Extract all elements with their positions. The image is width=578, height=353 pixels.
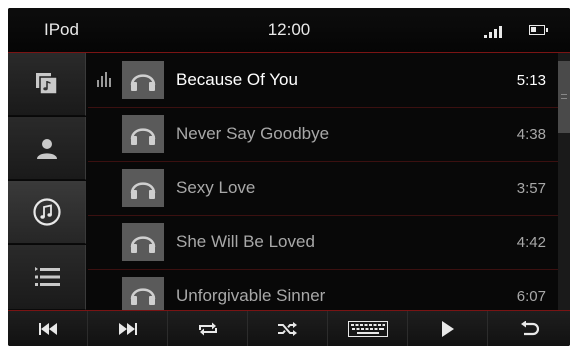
signal-icon bbox=[484, 24, 508, 38]
track-row[interactable]: She Will Be Loved 4:42 bbox=[88, 215, 558, 270]
track-row[interactable]: Never Say Goodbye 4:38 bbox=[88, 107, 558, 162]
artist-icon bbox=[36, 139, 57, 159]
track-row[interactable]: Unforgivable Sinner 6:07 bbox=[88, 269, 558, 310]
play-icon bbox=[441, 321, 454, 337]
track-row[interactable]: Because Of You 5:13 bbox=[88, 53, 558, 108]
album-art bbox=[122, 169, 164, 207]
previous-icon bbox=[38, 323, 57, 335]
headphones-icon bbox=[130, 74, 156, 91]
play-button[interactable] bbox=[408, 311, 488, 346]
headphones-icon bbox=[130, 182, 156, 199]
scrollbar[interactable] bbox=[558, 53, 570, 310]
album-art bbox=[122, 277, 164, 310]
track-title: Sexy Love bbox=[176, 178, 256, 197]
keyboard-button[interactable] bbox=[328, 311, 408, 346]
track-duration: 5:13 bbox=[516, 72, 546, 89]
back-button[interactable] bbox=[488, 311, 570, 346]
track-duration: 6:07 bbox=[516, 288, 546, 305]
track-row[interactable]: Sexy Love 3:57 bbox=[88, 161, 558, 216]
keyboard-icon bbox=[347, 321, 388, 337]
status-bar: IPod 12:00 bbox=[8, 8, 570, 53]
equalizer-icon bbox=[97, 71, 111, 87]
repeat-button[interactable] bbox=[168, 311, 248, 346]
next-button[interactable] bbox=[88, 311, 168, 346]
shuffle-icon bbox=[277, 322, 297, 336]
track-duration: 4:38 bbox=[516, 126, 546, 143]
ipod-screen: IPod 12:00 Because Of You 5:13 Never Say… bbox=[8, 8, 570, 346]
playback-toolbar bbox=[8, 310, 570, 346]
repeat-icon bbox=[198, 322, 217, 336]
sidebar-item-songs[interactable] bbox=[8, 181, 86, 244]
playlist-icon bbox=[34, 267, 60, 286]
track-duration: 4:42 bbox=[516, 234, 546, 251]
album-icon bbox=[35, 73, 58, 95]
track-title: Unforgivable Sinner bbox=[176, 286, 326, 305]
sidebar-item-albums[interactable] bbox=[8, 53, 86, 116]
album-art bbox=[122, 223, 164, 261]
track-title: Never Say Goodbye bbox=[176, 124, 330, 143]
sidebar-item-artists[interactable] bbox=[8, 117, 86, 180]
track-duration: 3:57 bbox=[516, 180, 546, 197]
back-icon bbox=[521, 321, 539, 336]
next-icon bbox=[118, 323, 137, 335]
shuffle-button[interactable] bbox=[248, 311, 328, 346]
track-title: Because Of You bbox=[176, 70, 298, 89]
sidebar bbox=[8, 53, 86, 310]
music-note-icon bbox=[32, 198, 61, 226]
scrollbar-thumb[interactable] bbox=[558, 61, 570, 133]
headphones-icon bbox=[130, 287, 156, 305]
track-title: She Will Be Loved bbox=[176, 232, 315, 251]
album-art bbox=[122, 61, 164, 99]
headphones-icon bbox=[130, 128, 156, 145]
battery-icon bbox=[529, 25, 548, 35]
sidebar-item-playlists[interactable] bbox=[8, 245, 86, 310]
previous-button[interactable] bbox=[8, 311, 88, 346]
album-art bbox=[122, 115, 164, 153]
headphones-icon bbox=[130, 236, 156, 253]
track-list: Because Of You 5:13 Never Say Goodbye 4:… bbox=[88, 53, 558, 310]
